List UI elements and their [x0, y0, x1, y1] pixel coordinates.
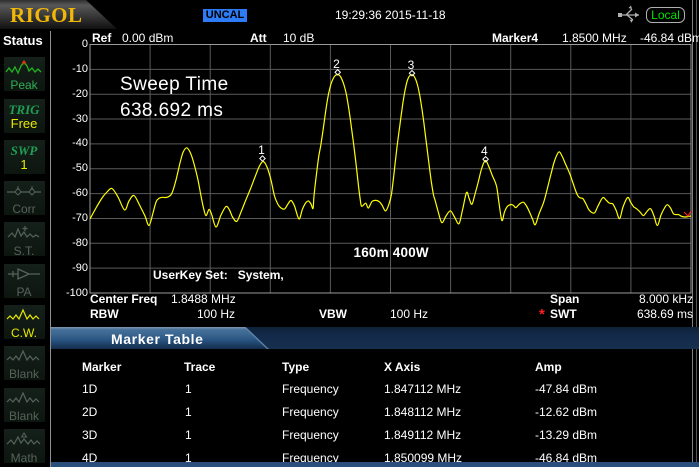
svg-text:3: 3 [408, 58, 415, 72]
svg-text:4: 4 [481, 144, 488, 158]
svg-text:1: 1 [258, 143, 265, 157]
svg-text:2: 2 [333, 57, 340, 71]
